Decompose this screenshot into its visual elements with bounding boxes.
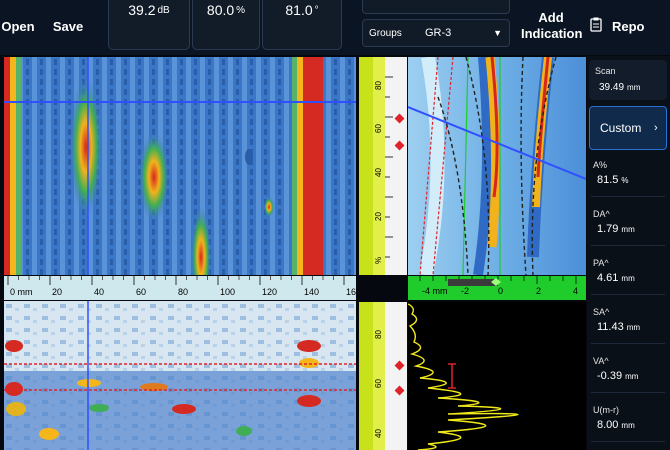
scan-value-unit: mm <box>627 83 641 92</box>
measurement-number: 8.00 <box>597 419 619 431</box>
measurement-value[interactable]: 4.61 mm <box>597 272 635 284</box>
amplitude-ruler-top-scale: 80 60 40 20% <box>373 57 385 275</box>
groups-select[interactable]: Groups GR-3 ▼ <box>362 19 510 47</box>
c-scan-tick-label: 20 <box>52 287 63 297</box>
chevron-down-icon: ▼ <box>493 28 502 38</box>
ruler-tick-label: 60 <box>374 379 383 389</box>
custom-select[interactable]: Custom › <box>589 106 667 150</box>
depth-ruler-top <box>385 57 407 275</box>
s-scan-image <box>408 57 586 275</box>
depth-ruler-top-ticks <box>385 76 393 258</box>
angle-readout[interactable]: 81.0 ° <box>262 0 342 50</box>
angle-unit: ° <box>314 5 319 16</box>
measurement-number: 11.43 <box>597 321 624 333</box>
gain-value: 39.2 <box>128 2 156 18</box>
field-divider <box>591 343 665 344</box>
measurement-unit: mm <box>625 372 639 381</box>
measurement-label: U(m-r) <box>593 405 619 415</box>
measurement-unit: mm <box>621 421 635 430</box>
c-scan-image <box>4 57 356 275</box>
c-scan-tick-label: 140 <box>304 287 320 297</box>
field-divider <box>591 294 665 295</box>
measurement-number: 81.5 <box>597 174 619 186</box>
ruler-tick-label: 40 <box>374 167 383 177</box>
amplitude-ruler-bottom <box>359 302 373 450</box>
measurement-label: DA^ <box>593 209 610 219</box>
amplitude-ruler-top <box>359 57 373 275</box>
ruler-tick-label: 60 <box>374 124 383 134</box>
depth-ruler-bottom <box>385 302 407 450</box>
s-scan-tick-3: 2 <box>536 286 542 296</box>
measurement-number: 1.79 <box>597 223 619 235</box>
measurement-number: 4.61 <box>597 272 619 284</box>
groups-label: Groups <box>369 27 402 39</box>
report-label: Repo <box>612 18 645 34</box>
measurement-panel: Scan 39.49 mm Custom › A% 81.5% DA^ 1.79 mm PA… <box>587 56 670 450</box>
c-scan-view[interactable] <box>4 57 356 275</box>
measurement-value[interactable]: 81.5% <box>597 174 629 186</box>
c-scan-tick-label: 60 <box>136 287 147 297</box>
b-scan-image <box>4 301 356 450</box>
field-divider <box>591 245 665 246</box>
measurement-value[interactable]: 1.79 mm <box>597 223 635 235</box>
measurement-unit: mm <box>626 323 641 332</box>
c-scan-tick-label: 0 mm <box>10 287 33 297</box>
c-scan-tick-label: 120 <box>262 287 278 297</box>
open-button[interactable]: Open <box>0 0 36 52</box>
report-button[interactable]: Repo <box>586 0 670 52</box>
measurement-value[interactable]: 8.00 mm <box>597 419 635 431</box>
c-scan-tick-label: 160 <box>346 287 356 297</box>
c-scan-tick-label: 100 <box>220 287 236 297</box>
amplitude-value: 80.0 <box>206 2 235 18</box>
ruler-tick-label: % <box>374 256 383 265</box>
measurement-label: VA^ <box>593 356 609 366</box>
add-indication-button[interactable]: Add Indication <box>518 0 584 52</box>
gain-readout[interactable]: 39.2 dB <box>108 0 190 50</box>
a-scan-view[interactable] <box>408 302 586 450</box>
amplitude-ruler-bottom-scale: 80 60 40 <box>373 302 385 450</box>
a-scan-waveform <box>408 303 519 450</box>
save-button[interactable]: Save <box>48 0 88 52</box>
measurement-unit: % <box>621 176 629 185</box>
amplitude-readout[interactable]: 80.0 % <box>192 0 260 50</box>
scan-position-field[interactable]: Scan 39.49 mm <box>589 60 667 100</box>
field-divider <box>591 196 665 197</box>
s-scan-tick-4: 4 <box>573 286 579 296</box>
scan-value-number: 39.49 <box>599 82 625 93</box>
measurement-label: A% <box>593 160 608 170</box>
s-scan-tick-0: -4 mm <box>422 286 448 296</box>
ruler-tick-label: 80 <box>374 80 383 90</box>
measurement-number: -0.39 <box>597 370 623 382</box>
c-scan-tick-label: 40 <box>94 287 105 297</box>
c-scan-tick-label: 80 <box>178 287 189 297</box>
s-scan-view[interactable] <box>408 57 586 275</box>
b-scan-view[interactable] <box>4 301 356 450</box>
measurement-value[interactable]: 11.43 mm <box>597 321 640 333</box>
scan-value: 39.49 mm <box>599 82 640 93</box>
ruler-tick-label: 20 <box>374 211 383 221</box>
amplitude-unit: % <box>236 5 246 16</box>
field-divider <box>591 392 665 393</box>
measurement-label: SA^ <box>593 307 610 317</box>
s-scan-tick-2: 0 <box>498 286 504 296</box>
ruler-tick-label: 80 <box>374 330 383 339</box>
field-divider <box>591 441 665 442</box>
add-indication-label: Add Indication <box>521 10 583 41</box>
measurement-unit: mm <box>621 274 635 283</box>
s-scan-axis: -4 mm -2 0 2 4 <box>408 276 586 300</box>
measurement-unit: mm <box>621 225 635 234</box>
measurement-value[interactable]: -0.39 mm <box>597 370 638 382</box>
custom-label: Custom <box>600 121 642 135</box>
gain-unit: dB <box>157 5 170 16</box>
angle-value: 81.0 <box>285 2 313 18</box>
layout-select[interactable] <box>362 0 510 14</box>
s-scan-tick-1: -2 <box>461 286 470 296</box>
ruler-tick-label: 40 <box>374 428 383 438</box>
c-scan-axis: 0 mm 20 40 60 80 100 120 140 160 <box>4 276 356 300</box>
scan-label: Scan <box>595 66 616 76</box>
chevron-right-icon: › <box>654 122 658 134</box>
measurement-label: PA^ <box>593 258 609 268</box>
clipboard-icon <box>590 17 602 35</box>
groups-value: GR-3 <box>425 27 452 39</box>
